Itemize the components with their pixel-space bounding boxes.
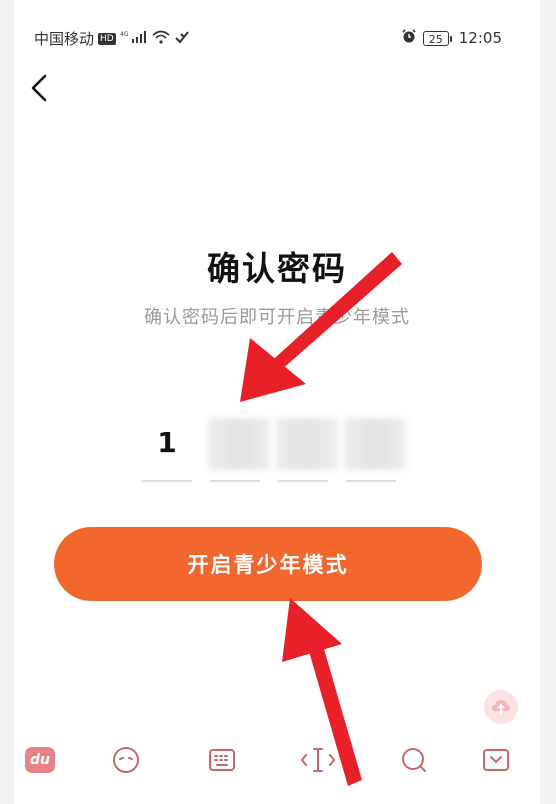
back-button[interactable] bbox=[22, 68, 56, 108]
page-title: 确认密码 bbox=[207, 249, 347, 288]
battery-icon: 25 bbox=[422, 30, 452, 46]
pin-cell[interactable]: 1 bbox=[142, 410, 192, 482]
pin-blur bbox=[344, 418, 406, 470]
page-subtitle: 确认密码后即可开启青少年模式 bbox=[144, 307, 410, 328]
text-cursor-icon bbox=[300, 748, 336, 772]
search-button[interactable] bbox=[394, 742, 434, 778]
keyboard-switch-button[interactable] bbox=[202, 742, 242, 778]
hide-keyboard-button[interactable] bbox=[476, 742, 516, 778]
pin-underline bbox=[210, 480, 260, 482]
pin-digit: 1 bbox=[157, 426, 177, 459]
data-sync-icon bbox=[174, 30, 190, 48]
svg-text:4G: 4G bbox=[120, 31, 129, 38]
emoji-button[interactable] bbox=[106, 742, 146, 778]
carrier-label: 中国移动 bbox=[34, 30, 95, 48]
cursor-move-button[interactable] bbox=[298, 742, 338, 778]
keyboard-icon bbox=[209, 749, 235, 771]
pin-blur bbox=[208, 418, 270, 470]
du-logo-text: du bbox=[30, 752, 50, 768]
alarm-icon bbox=[401, 28, 417, 48]
pin-input[interactable]: 1 bbox=[142, 410, 412, 482]
search-icon bbox=[402, 748, 426, 772]
floating-assistant-button[interactable] bbox=[484, 690, 518, 724]
pin-cell[interactable] bbox=[344, 410, 406, 482]
phone-screen: 中国移动 HD 4G 25 12:05 确认密码 确认密码后即可开启青少年模式 … bbox=[14, 0, 540, 804]
battery-level: 25 bbox=[428, 32, 443, 46]
keyboard-logo-button[interactable]: du bbox=[20, 742, 60, 778]
keyboard-toolbar: du bbox=[14, 736, 540, 784]
pin-blur bbox=[276, 418, 338, 470]
chevron-left-icon bbox=[31, 74, 47, 102]
hd-badge: HD bbox=[98, 32, 116, 45]
wifi-icon bbox=[152, 30, 170, 48]
cloud-up-icon bbox=[492, 700, 510, 714]
emoji-icon bbox=[113, 747, 139, 773]
status-bar: 中国移动 HD 4G 25 12:05 bbox=[14, 22, 540, 54]
pin-underline bbox=[346, 480, 396, 482]
pin-cell[interactable] bbox=[276, 410, 338, 482]
clock-time: 12:05 bbox=[458, 29, 502, 47]
du-logo: du bbox=[25, 747, 55, 773]
pin-underline bbox=[278, 480, 328, 482]
enable-teen-mode-button[interactable]: 开启青少年模式 bbox=[54, 527, 482, 601]
pin-cell[interactable] bbox=[208, 410, 270, 482]
collapse-keyboard-icon bbox=[483, 749, 509, 771]
pin-underline bbox=[142, 480, 192, 482]
signal-icon: 4G bbox=[120, 30, 148, 48]
